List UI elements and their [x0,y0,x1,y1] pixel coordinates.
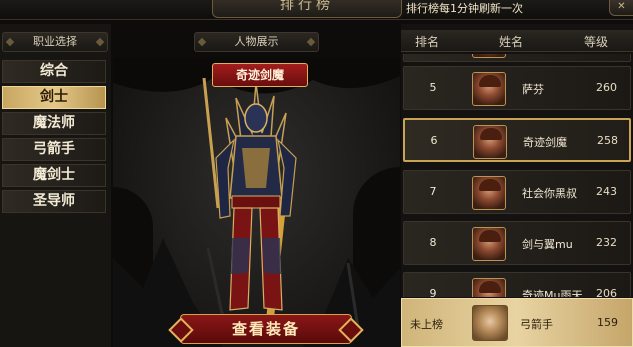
job-tab-dark-lord[interactable]: 圣导师 [2,190,106,213]
level-column-header: 等级 [584,35,609,49]
job-selection-heading: 职业选择 [2,32,108,52]
rank-column-header: 排名 [415,35,440,49]
row-rank: 5 [429,81,437,94]
job-tab-magic-gladiator[interactable]: 魔剑士 [2,164,106,187]
table-row[interactable] [403,54,631,62]
table-row-selected[interactable]: 6 奇迹剑魔 258 [403,118,631,162]
row-rank: 8 [429,236,437,249]
name-column-header: 姓名 [499,35,524,49]
avatar [473,125,507,159]
job-tab-mage[interactable]: 魔法师 [2,112,106,135]
row-level: 243 [596,185,617,198]
avatar [472,278,506,297]
my-ranking-row[interactable]: 未上榜 弓箭手 159 [401,298,633,347]
row-level: 260 [596,81,617,94]
avatar [472,305,508,341]
my-job: 弓箭手 [520,318,553,331]
top-bar: 排行榜 排行榜每1分钟刷新一次 ✕ [0,0,633,20]
character-name-plate: 奇迹剑魔 [212,63,308,87]
row-rank: 7 [429,185,437,198]
ranking-panel: 排名 姓名 等级 5 萨芬 260 6 奇迹剑魔 258 7 社会你黑叔 243… [401,24,633,347]
avatar [472,54,506,58]
my-rank-status: 未上榜 [410,318,443,331]
ranking-list[interactable]: 5 萨芬 260 6 奇迹剑魔 258 7 社会你黑叔 243 8 剑与翼mu … [401,54,633,297]
avatar [472,227,506,261]
row-level: 232 [596,236,617,249]
title-plate: 排行榜 [212,0,402,18]
page-title: 排行榜 [280,0,334,13]
row-rank: 9 [429,287,437,297]
table-row[interactable]: 9 奇迹Mu雨天 206 [403,272,631,297]
refresh-note: 排行榜每1分钟刷新一次 [406,2,523,15]
row-level: 258 [597,134,618,147]
row-level: 206 [596,287,617,297]
character-display-heading: 人物展示 [194,32,319,52]
avatar [472,176,506,210]
job-list: 综合 剑士 魔法师 弓箭手 魔剑士 圣导师 [2,60,106,216]
job-tab-all[interactable]: 综合 [2,60,106,83]
close-icon[interactable]: ✕ [609,0,633,16]
job-tab-swordsman[interactable]: 剑士 [2,86,106,109]
character-model [113,58,400,347]
ranking-table-header: 排名 姓名 等级 [401,30,633,52]
row-rank: 6 [430,134,438,147]
table-row[interactable]: 7 社会你黑叔 243 [403,170,631,214]
job-tab-archer[interactable]: 弓箭手 [2,138,106,161]
table-row[interactable]: 5 萨芬 260 [403,66,631,110]
view-equipment-button[interactable]: 查看装备 [180,314,352,344]
avatar [472,72,506,106]
character-display-area [113,58,400,347]
table-row[interactable]: 8 剑与翼mu 232 [403,221,631,265]
my-level: 159 [597,316,618,329]
